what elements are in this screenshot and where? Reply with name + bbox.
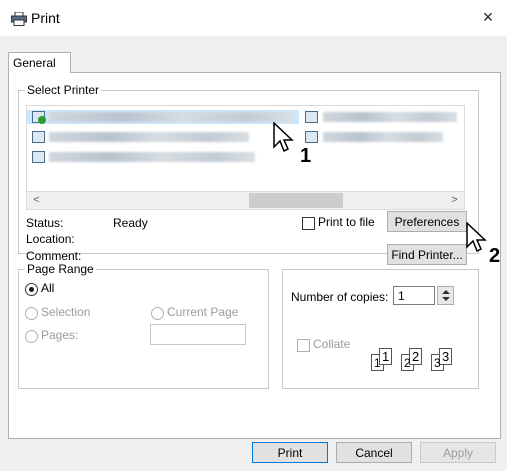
cancel-button[interactable]: Cancel [336,442,412,463]
printer-name-redacted [49,112,294,122]
printer-icon [32,151,45,163]
collate-checkbox[interactable] [297,339,310,352]
scrollbar-thumb[interactable] [249,193,343,208]
dialog-body: General Select Printer < > Status: Ready… [0,36,507,471]
tab-general-label: General [13,56,56,70]
printer-item-2[interactable] [27,130,299,144]
callout-number-2: 2 [489,245,501,267]
printer-item-1[interactable] [27,110,299,124]
selection-radio[interactable] [25,307,38,320]
current-page-label: Current Page [167,305,239,319]
collate-page-number: 3 [442,349,450,364]
copies-group: Number of copies: 1 Collate 1 1 2 2 3 3 [282,269,479,389]
collate-page-number: 2 [404,356,411,370]
scroll-right-arrow-icon[interactable]: > [447,193,462,208]
print-to-file-label: Print to file [318,215,375,229]
preferences-button[interactable]: Preferences [387,211,467,232]
printer-item-3[interactable] [27,150,299,164]
copies-input[interactable]: 1 [393,286,435,305]
current-page-radio[interactable] [151,307,164,320]
selected-dot [29,287,34,292]
printer-icon [305,111,318,123]
printer-item-5[interactable] [301,130,461,144]
callout-number-1: 1 [300,145,312,167]
printer-list-scrollbar[interactable]: < > [26,191,465,210]
scroll-left-arrow-icon[interactable]: < [29,193,44,208]
number-of-copies-label: Number of copies: [291,290,389,304]
spin-down-icon[interactable] [442,297,450,301]
tab-general[interactable]: General [8,52,71,73]
default-printer-check-icon [38,116,46,124]
page-range-legend: Page Range [25,262,96,276]
collate-label: Collate [313,337,351,351]
collate-page-number: 1 [374,356,381,370]
printer-name-redacted [49,152,255,162]
close-button[interactable]: × [477,6,499,30]
status-label: Status: [26,216,64,230]
comment-label: Comment: [26,249,82,263]
find-printer-button[interactable]: Find Printer... [387,244,467,265]
selection-label: Selection [41,305,91,319]
collate-page-number: 2 [412,349,420,364]
printer-item-4[interactable] [301,110,461,124]
apply-button[interactable]: Apply [420,442,496,463]
collate-page-number: 3 [434,356,441,370]
status-value: Ready [113,216,148,230]
mouse-pointer-icon [466,222,487,253]
printer-icon [305,131,318,143]
pages-radio[interactable] [25,330,38,343]
all-radio[interactable] [25,283,38,296]
all-label: All [41,281,55,295]
page-range-group: Page Range All Selection Current Page Pa… [18,262,269,389]
printer-list[interactable] [26,105,465,193]
mouse-pointer-icon [273,122,294,153]
spin-up-icon[interactable] [442,290,450,294]
printer-icon [11,12,27,26]
location-label: Location: [26,232,75,246]
printer-name-redacted [323,112,457,122]
print-button[interactable]: Print [252,442,328,463]
printer-icon [32,131,45,143]
copies-spinner[interactable] [437,286,454,305]
select-printer-legend: Select Printer [25,83,102,97]
copies-value: 1 [398,289,405,303]
pages-input[interactable] [150,324,246,345]
window-title: Print [31,10,60,26]
collate-page-number: 1 [382,349,390,364]
print-to-file-checkbox[interactable] [302,217,315,230]
general-panel: Select Printer < > Status: Ready Locatio… [8,72,501,439]
title-bar: Print × [0,0,507,36]
printer-name-redacted [49,132,249,142]
select-printer-group: Select Printer < > Status: Ready Locatio… [18,83,479,265]
pages-label: Pages: [41,328,79,342]
printer-name-redacted [323,132,443,142]
